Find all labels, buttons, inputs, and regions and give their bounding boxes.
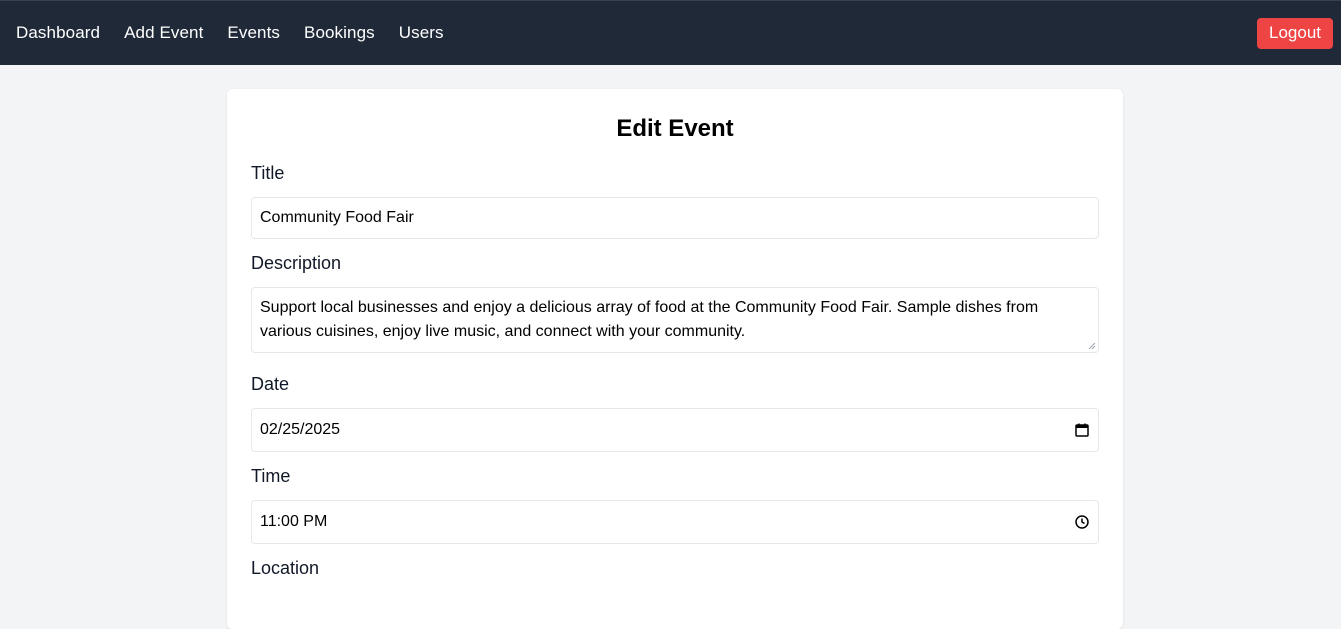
- nav-link-bookings[interactable]: Bookings: [304, 23, 375, 43]
- title-input[interactable]: Community Food Fair: [251, 197, 1099, 239]
- date-input-value: 02/25/2025: [260, 421, 341, 438]
- nav-link-users[interactable]: Users: [399, 23, 444, 43]
- location-label: Location: [251, 558, 320, 578]
- logout-button[interactable]: Logout: [1257, 17, 1333, 49]
- nav-links: Dashboard Add Event Events Bookings User…: [16, 23, 468, 43]
- calendar-icon[interactable]: [1074, 422, 1090, 438]
- time-input-value: 11:00 PM: [260, 513, 328, 530]
- time-input[interactable]: 11:00 PM: [251, 500, 1099, 544]
- resize-handle-icon[interactable]: [1088, 342, 1096, 350]
- clock-icon[interactable]: [1074, 514, 1090, 530]
- nav-link-events[interactable]: Events: [227, 23, 280, 43]
- page-title: Edit Event: [616, 115, 734, 142]
- edit-event-card: Edit Event Title Community Food Fair Des…: [227, 89, 1123, 629]
- time-label: Time: [251, 466, 291, 486]
- description-label: Description: [251, 253, 342, 273]
- title-label: Title: [251, 163, 285, 183]
- nav-link-dashboard[interactable]: Dashboard: [16, 23, 100, 43]
- description-textarea-value: Support local businesses and enjoy a del…: [260, 299, 1039, 340]
- nav-link-add-event[interactable]: Add Event: [124, 23, 203, 43]
- date-input[interactable]: 02/25/2025: [251, 408, 1099, 452]
- date-label: Date: [251, 374, 290, 394]
- title-input-value: Community Food Fair: [260, 209, 414, 226]
- description-textarea[interactable]: Support local businesses and enjoy a del…: [251, 287, 1099, 353]
- navbar: Dashboard Add Event Events Bookings User…: [0, 0, 1341, 65]
